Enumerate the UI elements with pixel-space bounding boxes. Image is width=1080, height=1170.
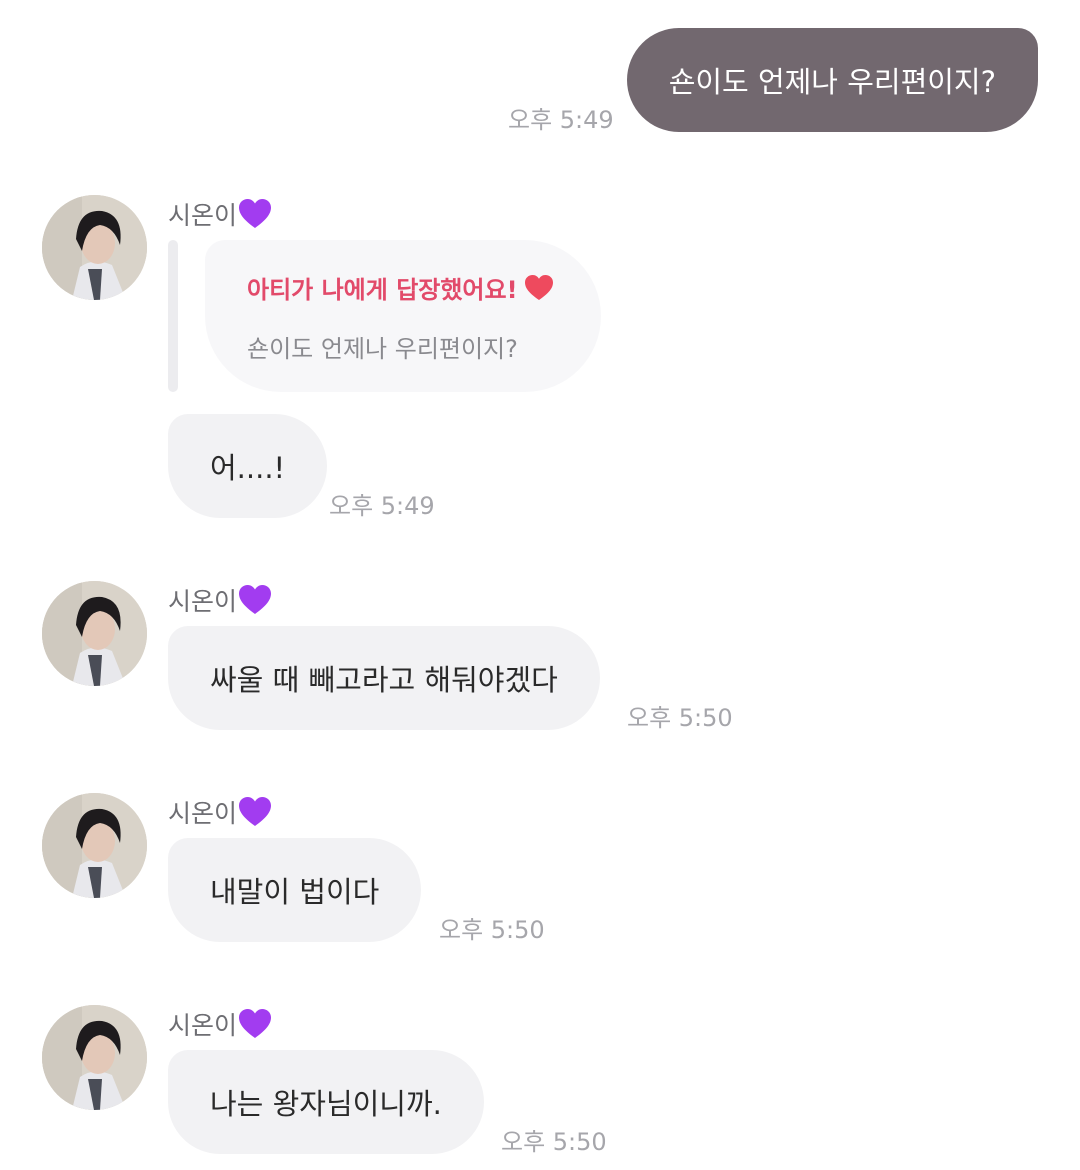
sender-name-text: 시온이 [168, 1011, 238, 1040]
reply-quote-bar [168, 240, 178, 392]
purple-heart-icon [239, 1009, 272, 1038]
avatar[interactable] [42, 1005, 147, 1110]
reply-title-text: 아티가 나에게 답장했어요! [247, 276, 518, 304]
avatar[interactable] [42, 195, 147, 300]
incoming-message-time: 오후 5:50 [439, 916, 545, 944]
outgoing-message-time: 오후 5:49 [508, 106, 614, 134]
avatar[interactable] [42, 581, 147, 686]
reply-title: 아티가 나에게 답장했어요! [247, 270, 601, 305]
outgoing-message-text: 숀이도 언제나 우리편이지? [668, 65, 996, 99]
incoming-message-text: 내말이 법이다 [210, 875, 380, 909]
reply-quoted-text: 숀이도 언제나 우리편이지? [247, 335, 518, 363]
sender-name: 시온이 [168, 582, 272, 618]
incoming-message-time: 오후 5:49 [329, 492, 435, 520]
incoming-message-text: 어....! [210, 451, 286, 485]
sender-name: 시온이 [168, 196, 272, 232]
red-heart-icon [524, 274, 553, 300]
purple-heart-icon [239, 797, 272, 826]
incoming-message-text: 싸울 때 빼고라고 해둬야겠다 [210, 663, 558, 697]
incoming-message-bubble[interactable]: 나는 왕자님이니까. [168, 1050, 484, 1154]
incoming-message-time: 오후 5:50 [501, 1128, 607, 1156]
sender-name: 시온이 [168, 1006, 272, 1042]
reply-card[interactable]: 아티가 나에게 답장했어요! 숀이도 언제나 우리편이지? [205, 240, 601, 392]
purple-heart-icon [239, 585, 272, 614]
incoming-message-time: 오후 5:50 [627, 704, 733, 732]
avatar[interactable] [42, 793, 147, 898]
outgoing-message-bubble[interactable]: 숀이도 언제나 우리편이지? [626, 28, 1038, 132]
sender-name-text: 시온이 [168, 201, 238, 230]
incoming-message-bubble[interactable]: 내말이 법이다 [168, 838, 422, 942]
incoming-message-bubble[interactable]: 어....! [168, 414, 328, 518]
sender-name: 시온이 [168, 794, 272, 830]
incoming-message-bubble[interactable]: 싸울 때 빼고라고 해둬야겠다 [168, 626, 600, 730]
incoming-message-text: 나는 왕자님이니까. [210, 1087, 442, 1121]
sender-name-text: 시온이 [168, 587, 238, 616]
purple-heart-icon [239, 199, 272, 228]
sender-name-text: 시온이 [168, 799, 238, 828]
